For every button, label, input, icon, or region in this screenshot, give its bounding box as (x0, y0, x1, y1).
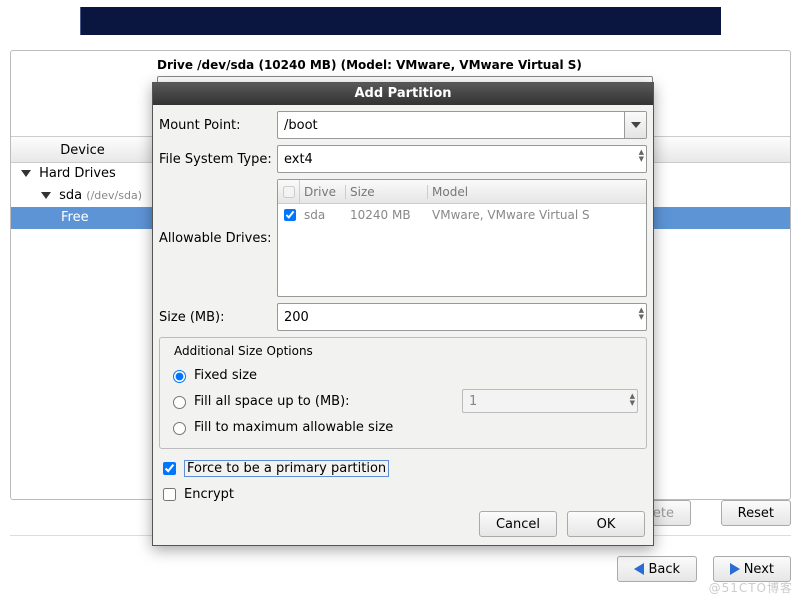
drive-row-model: VMware, VMware Virtual S (428, 208, 646, 222)
size-value: 200 (284, 310, 309, 325)
force-primary-check[interactable] (163, 462, 176, 475)
drives-header: Drive Size Model (278, 180, 646, 204)
back-button[interactable]: Back (617, 556, 697, 582)
drives-header-drive: Drive (300, 185, 346, 199)
dialog-title: Add Partition (153, 83, 653, 105)
drive-summary: Drive /dev/sda (10240 MB) (Model: VMware… (157, 58, 582, 72)
drives-header-model: Model (428, 185, 646, 199)
size-input[interactable]: 200 ▲▼ (277, 303, 647, 331)
updown-icon[interactable]: ▲▼ (639, 149, 644, 163)
updown-icon[interactable]: ▲▼ (639, 307, 644, 321)
allowable-drives-list[interactable]: Drive Size Model sda 10240 MB VMware, VM… (277, 179, 647, 297)
chevron-down-icon[interactable] (624, 112, 646, 138)
allowable-drives-label: Allowable Drives: (159, 231, 277, 246)
drive-row-size: 10240 MB (346, 208, 428, 222)
tree-device-label: sda (59, 188, 82, 203)
mount-point-label: Mount Point: (159, 118, 277, 133)
additional-size-group: Additional Size Options Fixed size Fill … (159, 337, 647, 449)
fixed-size-label: Fixed size (194, 368, 257, 383)
fill-max-label: Fill to maximum allowable size (194, 420, 393, 435)
encrypt-check[interactable] (163, 488, 176, 501)
reset-button[interactable]: Reset (721, 500, 791, 526)
top-banner (80, 7, 721, 35)
fill-max-radio[interactable] (173, 422, 186, 435)
chevron-down-icon (41, 192, 51, 199)
additional-size-legend: Additional Size Options (170, 344, 317, 358)
arrow-right-icon (730, 563, 740, 575)
fill-up-radio[interactable] (173, 396, 186, 409)
fill-up-label: Fill all space up to (MB): (194, 394, 350, 409)
drives-select-all[interactable] (283, 186, 295, 198)
size-label: Size (MB): (159, 310, 277, 325)
tree-root-label: Hard Drives (39, 166, 116, 181)
fs-type-combo[interactable]: ext4 ▲▼ (277, 145, 647, 173)
drive-row[interactable]: sda 10240 MB VMware, VMware Virtual S (278, 204, 646, 226)
chevron-down-icon (21, 170, 31, 177)
tree-header-device[interactable]: Device (11, 137, 155, 162)
encrypt-label: Encrypt (184, 487, 234, 502)
arrow-left-icon (634, 563, 644, 575)
add-partition-dialog: Add Partition Mount Point: /boot File Sy… (152, 82, 654, 546)
ok-button[interactable]: OK (567, 511, 645, 537)
fs-type-value: ext4 (284, 152, 313, 167)
fill-up-input[interactable]: 1 ▲▼ (462, 389, 638, 413)
watermark: @51CTO博客 (709, 579, 793, 596)
mount-point-combo[interactable]: /boot (277, 111, 647, 139)
fill-up-value: 1 (469, 394, 477, 409)
tree-free-label: Free (61, 210, 89, 225)
drive-row-name: sda (300, 208, 346, 222)
fs-type-label: File System Type: (159, 152, 277, 167)
fixed-size-radio[interactable] (173, 370, 186, 383)
mount-point-value: /boot (284, 118, 318, 133)
drive-row-check[interactable] (284, 209, 296, 221)
updown-icon[interactable]: ▲▼ (630, 393, 635, 407)
force-primary-label: Force to be a primary partition (184, 460, 389, 477)
tree-device-path: (/dev/sda) (86, 189, 142, 202)
cancel-button[interactable]: Cancel (479, 511, 557, 537)
drives-header-size: Size (346, 185, 428, 199)
